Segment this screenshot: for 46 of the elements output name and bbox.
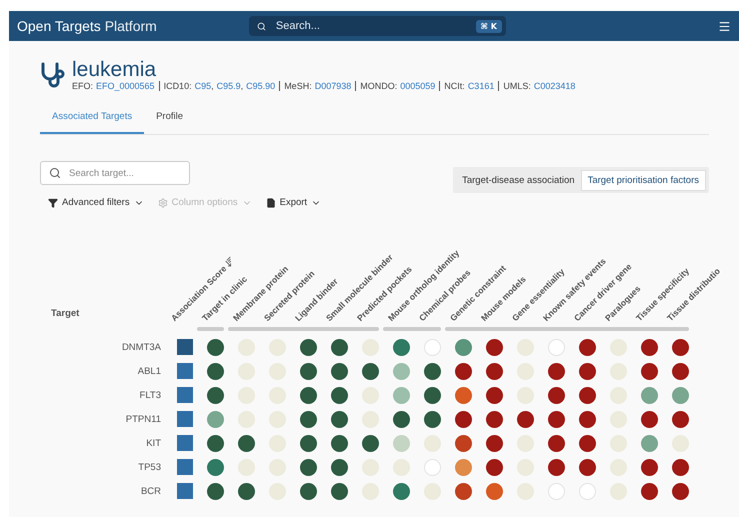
- group-bar: [197, 327, 224, 331]
- target-name[interactable]: TP53: [49, 462, 169, 472]
- xref-label: NCIt:: [444, 81, 465, 91]
- separator-text: ,: [240, 81, 244, 91]
- group-bar: [383, 327, 441, 331]
- shortcut-key: ⌘ K: [476, 20, 502, 32]
- target-name[interactable]: BCR: [49, 486, 169, 496]
- disease-title: leukemia: [72, 59, 158, 81]
- xref-label: MONDO:: [360, 81, 398, 91]
- search-icon: [256, 22, 266, 30]
- search-icon: [49, 167, 61, 179]
- toggle-option[interactable]: Target-disease association: [456, 170, 581, 190]
- column-heading: Target: [50, 308, 80, 321]
- file-icon: [266, 198, 276, 208]
- target-search-field[interactable]: Search target...: [40, 161, 190, 185]
- target-name[interactable]: FLT3: [49, 390, 169, 400]
- toolbar-button[interactable]: Export: [266, 197, 322, 208]
- toolbar-button[interactable]: Advanced filters: [48, 197, 144, 208]
- xref-link[interactable]: 0005059: [400, 81, 436, 91]
- xref-link[interactable]: C3161: [468, 81, 494, 91]
- search-input[interactable]: Search...: [274, 19, 468, 33]
- xref-link[interactable]: C95.90: [246, 81, 276, 91]
- xref-link[interactable]: C95: [194, 81, 212, 91]
- tab[interactable]: Associated Targets: [40, 105, 144, 134]
- target-name[interactable]: DNMT3A: [49, 342, 169, 352]
- xref-link[interactable]: C0023418: [534, 81, 576, 91]
- xref-label: EFO:: [72, 81, 94, 91]
- target-name[interactable]: KIT: [49, 438, 169, 448]
- search-input[interactable]: Search target...: [67, 166, 181, 180]
- xref-link[interactable]: D007938: [314, 81, 352, 91]
- filter-icon: [48, 198, 58, 208]
- xref-label: MeSH:: [284, 81, 312, 91]
- xref-label: UMLS:: [503, 81, 531, 91]
- target-name[interactable]: PTPN11: [49, 414, 169, 424]
- tab[interactable]: Profile: [144, 105, 196, 134]
- stethoscope-icon: [40, 61, 66, 89]
- xref-label: ICD10:: [164, 81, 192, 91]
- separator-text: ,: [211, 81, 214, 91]
- brand-logo[interactable]: Open Targets Platform: [17, 18, 157, 34]
- toggle-option[interactable]: Target prioritisation factors: [580, 170, 706, 190]
- gear-icon: [158, 198, 168, 208]
- target-name[interactable]: ABL1: [49, 366, 169, 376]
- menu-icon[interactable]: [718, 20, 731, 32]
- search-field[interactable]: Search... ⌘ K: [248, 16, 506, 36]
- xref-link[interactable]: C95.9: [216, 81, 241, 91]
- xref-link[interactable]: EFO_0000565: [96, 81, 155, 91]
